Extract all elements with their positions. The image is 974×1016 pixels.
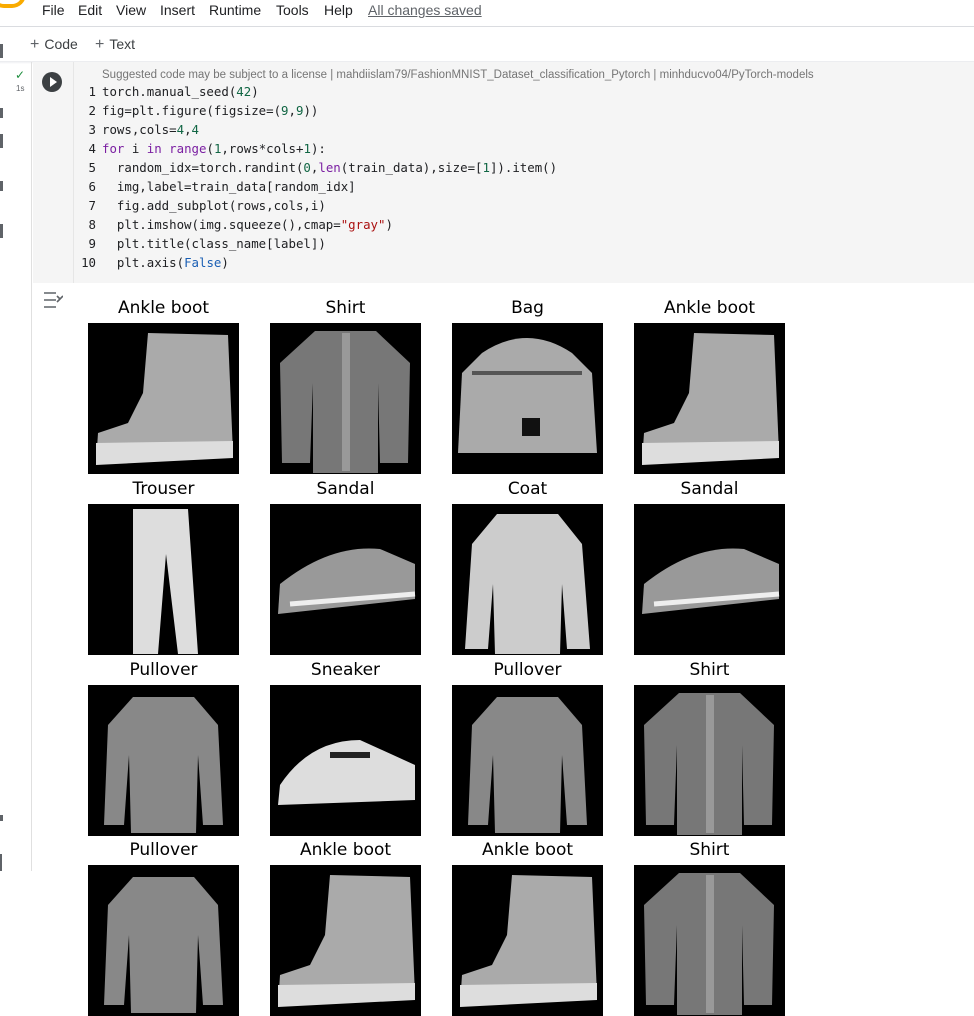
license-notice: Suggested code may be subject to a licen… [102, 69, 814, 81]
menu-tools[interactable]: Tools [276, 1, 309, 19]
colab-logo[interactable] [0, 0, 26, 8]
line-number: 10 [81, 255, 96, 270]
subplot-image [88, 685, 239, 836]
subplot-image [270, 323, 421, 474]
line-number: 1 [88, 84, 96, 99]
subplot-image [88, 504, 239, 655]
subplot-image [634, 323, 785, 474]
rail-icon-bottom[interactable] [0, 854, 2, 871]
add-text-button[interactable]: + Text [95, 36, 135, 53]
line-number: 6 [88, 179, 96, 194]
menu-edit[interactable]: Edit [78, 1, 102, 19]
subplot-image [452, 504, 603, 655]
code-text: random_idx=torch.randint(0,len(train_dat… [102, 160, 558, 175]
plus-icon: + [95, 36, 105, 53]
rail-icon-variables[interactable] [0, 134, 3, 148]
save-status-link[interactable]: All changes saved [368, 1, 482, 19]
code-text: rows,cols=4,4 [102, 122, 200, 137]
subplot-image [270, 504, 421, 655]
subplot-image [88, 865, 239, 1016]
subplot-title: Ankle boot [299, 840, 392, 860]
code-line[interactable]: 10 plt.axis(False) [80, 253, 229, 272]
subplot-image [634, 865, 785, 1016]
menu-file[interactable]: File [42, 1, 65, 19]
subplot-image [634, 685, 785, 836]
menu-insert[interactable]: Insert [160, 1, 195, 19]
add-code-button[interactable]: + Code [30, 36, 78, 53]
menu-runtime[interactable]: Runtime [209, 1, 261, 19]
execution-time: 1s [16, 84, 25, 93]
plus-icon: + [30, 36, 40, 53]
subplot-image [270, 685, 421, 836]
subplot-title: Shirt [325, 298, 366, 318]
code-line[interactable]: 8 plt.imshow(img.squeeze(),cmap="gray") [80, 215, 393, 234]
subplot-title: Bag [511, 298, 544, 318]
code-text: plt.title(class_name[label]) [102, 236, 326, 251]
code-line[interactable]: 7 fig.add_subplot(rows,cols,i) [80, 196, 326, 215]
subplot-image [634, 504, 785, 655]
subplot-image [270, 865, 421, 1016]
add-text-label: Text [109, 36, 136, 52]
code-text: torch.manual_seed(42) [102, 84, 259, 99]
menu-view[interactable]: View [116, 1, 146, 19]
rail-icon-terminal[interactable] [0, 815, 3, 821]
line-number: 9 [88, 236, 96, 251]
subplot-title: Sandal [316, 479, 375, 499]
check-icon: ✓ [15, 68, 26, 82]
subplot-image [452, 685, 603, 836]
code-text: fig.add_subplot(rows,cols,i) [102, 198, 326, 213]
code-line[interactable]: 2 fig=plt.figure(figsize=(9,9)) [80, 101, 319, 120]
subplot-title: Sneaker [310, 660, 381, 680]
code-line[interactable]: 5 random_idx=torch.randint(0,len(train_d… [80, 158, 558, 177]
rail-icon-files[interactable] [0, 44, 3, 58]
line-number: 4 [88, 141, 96, 156]
subplot-title: Ankle boot [117, 298, 210, 318]
subplot-image [88, 323, 239, 474]
subplot-title: Sandal [680, 479, 739, 499]
subplot-title: Pullover [129, 660, 198, 680]
subplot-image [452, 865, 603, 1016]
subplot-title: Pullover [129, 840, 198, 860]
code-line[interactable]: 9 plt.title(class_name[label]) [80, 234, 326, 253]
run-icon[interactable] [42, 72, 62, 92]
line-number: 5 [88, 160, 96, 175]
line-number: 8 [88, 217, 96, 232]
subplot-title: Ankle boot [481, 840, 574, 860]
code-text: fig=plt.figure(figsize=(9,9)) [102, 103, 319, 118]
subplot-title: Trouser [132, 479, 195, 499]
code-line[interactable]: 3 rows,cols=4,4 [80, 120, 199, 139]
output-toggle-icon[interactable] [43, 291, 63, 309]
code-text: img,label=train_data[random_idx] [102, 179, 356, 194]
rail-icon-folder[interactable] [0, 224, 3, 238]
line-number: 3 [88, 122, 96, 137]
code-line[interactable]: 6 img,label=train_data[random_idx] [80, 177, 356, 196]
code-gutter [73, 62, 74, 283]
menu-help[interactable]: Help [324, 1, 353, 19]
code-line[interactable]: 4 for i in range(1,rows*cols+1): [80, 139, 326, 158]
subplot-title: Ankle boot [663, 298, 756, 318]
subplot-title: Coat [507, 479, 548, 499]
notebook-toolbar: + Code + Text [0, 26, 974, 62]
code-text: for i in range(1,rows*cols+1): [102, 141, 326, 156]
subplot-title: Shirt [689, 660, 730, 680]
menu-bar: File Edit View Insert Runtime Tools Help… [0, 0, 974, 22]
code-text: plt.imshow(img.squeeze(),cmap="gray") [102, 217, 393, 232]
add-code-label: Code [44, 36, 78, 52]
rail-icon-secrets[interactable] [0, 181, 3, 191]
subplot-title: Pullover [493, 660, 562, 680]
code-text: plt.axis(False) [102, 255, 229, 270]
rail-icon-search[interactable] [0, 108, 3, 118]
subplot-image [452, 323, 603, 474]
line-number: 2 [88, 103, 96, 118]
subplot-title: Shirt [689, 840, 730, 860]
line-number: 7 [88, 198, 96, 213]
left-rail-divider [31, 62, 32, 871]
code-line[interactable]: 1 torch.manual_seed(42) [80, 82, 259, 101]
